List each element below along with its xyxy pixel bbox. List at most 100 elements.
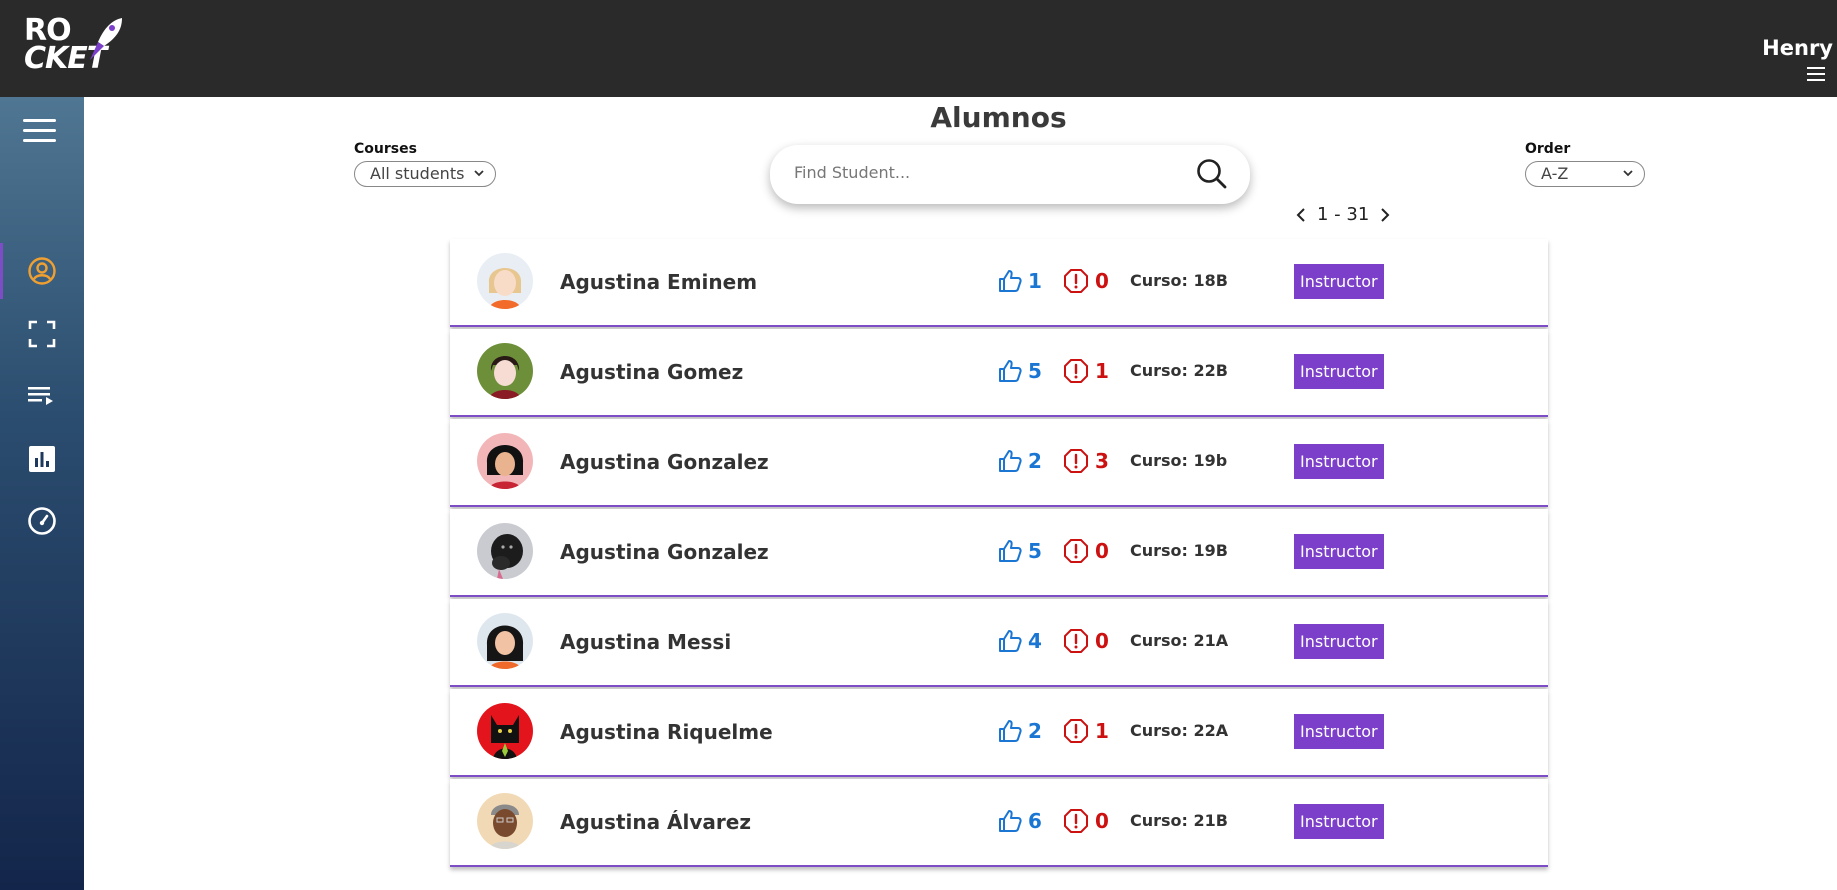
pagination: 1 - 31: [1295, 204, 1391, 225]
user-name: Henry: [1762, 36, 1833, 60]
alerts-counter[interactable]: 1: [1063, 358, 1109, 384]
student-avatar: [477, 703, 533, 759]
search-icon[interactable]: [1196, 158, 1228, 190]
user-circle-icon: [28, 257, 56, 285]
likes-counter[interactable]: 6: [997, 808, 1042, 834]
likes-count: 5: [1028, 359, 1042, 383]
student-course: Curso: 19b: [1130, 451, 1228, 470]
alert-octagon-icon: [1064, 629, 1088, 653]
likes-counter[interactable]: 5: [997, 358, 1042, 384]
page-title: Alumnos: [930, 101, 1067, 134]
student-name[interactable]: Agustina Eminem: [560, 270, 757, 294]
alerts-count: 1: [1095, 719, 1109, 743]
chevron-right-icon[interactable]: [1379, 207, 1391, 223]
user-area[interactable]: Henry: [1762, 36, 1833, 60]
alerts-count: 0: [1095, 269, 1109, 293]
search-input[interactable]: [794, 163, 1174, 182]
alert-octagon-icon: [1064, 539, 1088, 563]
role-badge[interactable]: Instructor: [1294, 534, 1384, 569]
student-course: Curso: 22B: [1130, 361, 1228, 380]
sidebar-item-dashboard[interactable]: [0, 493, 84, 549]
student-course: Curso: 18B: [1130, 271, 1228, 290]
likes-count: 2: [1028, 449, 1042, 473]
alert-octagon-icon: [1064, 719, 1088, 743]
likes-counter[interactable]: 2: [997, 718, 1042, 744]
likes-count: 6: [1028, 809, 1042, 833]
bar-chart-icon: [29, 446, 55, 472]
likes-counter[interactable]: 2: [997, 448, 1042, 474]
student-name[interactable]: Agustina Álvarez: [560, 810, 751, 834]
alert-octagon-icon: [1064, 449, 1088, 473]
student-row[interactable]: Agustina Messi 4 0 Curso: 21A Instructor: [450, 599, 1548, 687]
sidebar-item-stats[interactable]: [0, 431, 84, 487]
thumbs-up-icon: [999, 630, 1022, 652]
pagination-range: 1 - 31: [1317, 204, 1370, 225]
student-name[interactable]: Agustina Messi: [560, 630, 731, 654]
student-avatar: [477, 253, 533, 309]
alerts-counter[interactable]: 0: [1063, 808, 1109, 834]
sidebar: [0, 97, 84, 890]
student-course: Curso: 21B: [1130, 811, 1228, 830]
likes-counter[interactable]: 5: [997, 538, 1042, 564]
role-badge[interactable]: Instructor: [1294, 354, 1384, 389]
student-course: Curso: 22A: [1130, 721, 1229, 740]
alerts-counter[interactable]: 0: [1063, 628, 1109, 654]
role-badge[interactable]: Instructor: [1294, 444, 1384, 479]
thumbs-up-icon: [999, 360, 1022, 382]
courses-label: Courses: [354, 141, 417, 157]
role-badge[interactable]: Instructor: [1294, 804, 1384, 839]
thumbs-up-icon: [999, 270, 1022, 292]
alerts-counter[interactable]: 3: [1063, 448, 1109, 474]
chevron-left-icon[interactable]: [1295, 207, 1307, 223]
student-row[interactable]: Agustina Gonzalez 2 3 Curso: 19b Instruc…: [450, 419, 1548, 507]
student-avatar: [477, 343, 533, 399]
sidebar-item-profile[interactable]: [0, 243, 84, 299]
alerts-count: 0: [1095, 539, 1109, 563]
alert-octagon-icon: [1064, 269, 1088, 293]
student-name[interactable]: Agustina Gomez: [560, 360, 743, 384]
student-avatar: [477, 793, 533, 849]
student-avatar: [477, 613, 533, 669]
alerts-count: 0: [1095, 629, 1109, 653]
search-box: [770, 145, 1250, 204]
student-avatar: [477, 433, 533, 489]
alerts-count: 0: [1095, 809, 1109, 833]
student-row[interactable]: Agustina Álvarez 6 0 Curso: 21B Instruct…: [450, 779, 1548, 867]
student-name[interactable]: Agustina Riquelme: [560, 720, 773, 744]
role-badge[interactable]: Instructor: [1294, 624, 1384, 659]
student-list: Agustina Eminem 1 0 Curso: 18B Instructo…: [450, 239, 1548, 869]
student-name[interactable]: Agustina Gonzalez: [560, 540, 769, 564]
likes-counter[interactable]: 1: [997, 268, 1042, 294]
rocket-logo[interactable]: RO CKET: [22, 14, 132, 76]
order-label: Order: [1525, 141, 1571, 157]
courses-select[interactable]: All students: [354, 161, 496, 187]
role-badge[interactable]: Instructor: [1294, 264, 1384, 299]
role-badge[interactable]: Instructor: [1294, 714, 1384, 749]
fullscreen-icon: [28, 320, 56, 348]
chevron-down-icon: [474, 170, 484, 177]
top-bar: RO CKET Henry: [0, 0, 1837, 97]
student-row[interactable]: Agustina Gomez 5 1 Curso: 22B Instructor: [450, 329, 1548, 417]
thumbs-up-icon: [999, 450, 1022, 472]
dashboard-gauge-icon: [28, 507, 56, 535]
alert-octagon-icon: [1064, 809, 1088, 833]
courses-select-value: All students: [370, 164, 465, 183]
alerts-counter[interactable]: 0: [1063, 538, 1109, 564]
likes-count: 2: [1028, 719, 1042, 743]
student-row[interactable]: Agustina Eminem 1 0 Curso: 18B Instructo…: [450, 239, 1548, 327]
student-course: Curso: 21A: [1130, 631, 1229, 650]
student-row[interactable]: Agustina Riquelme 2 1 Curso: 22A Instruc…: [450, 689, 1548, 777]
order-select[interactable]: A-Z: [1525, 161, 1645, 187]
sidebar-item-playlist[interactable]: [0, 368, 84, 424]
alerts-counter[interactable]: 0: [1063, 268, 1109, 294]
playlist-icon: [28, 387, 53, 405]
user-menu-icon[interactable]: [1807, 67, 1825, 81]
student-avatar: [477, 523, 533, 579]
alerts-counter[interactable]: 1: [1063, 718, 1109, 744]
likes-counter[interactable]: 4: [997, 628, 1042, 654]
student-row[interactable]: Agustina Gonzalez 5 0 Curso: 19B Instruc…: [450, 509, 1548, 597]
sidebar-item-fullscreen[interactable]: [0, 306, 84, 362]
student-name[interactable]: Agustina Gonzalez: [560, 450, 769, 474]
sidebar-menu-icon[interactable]: [23, 119, 56, 149]
chevron-down-icon: [1623, 170, 1633, 177]
